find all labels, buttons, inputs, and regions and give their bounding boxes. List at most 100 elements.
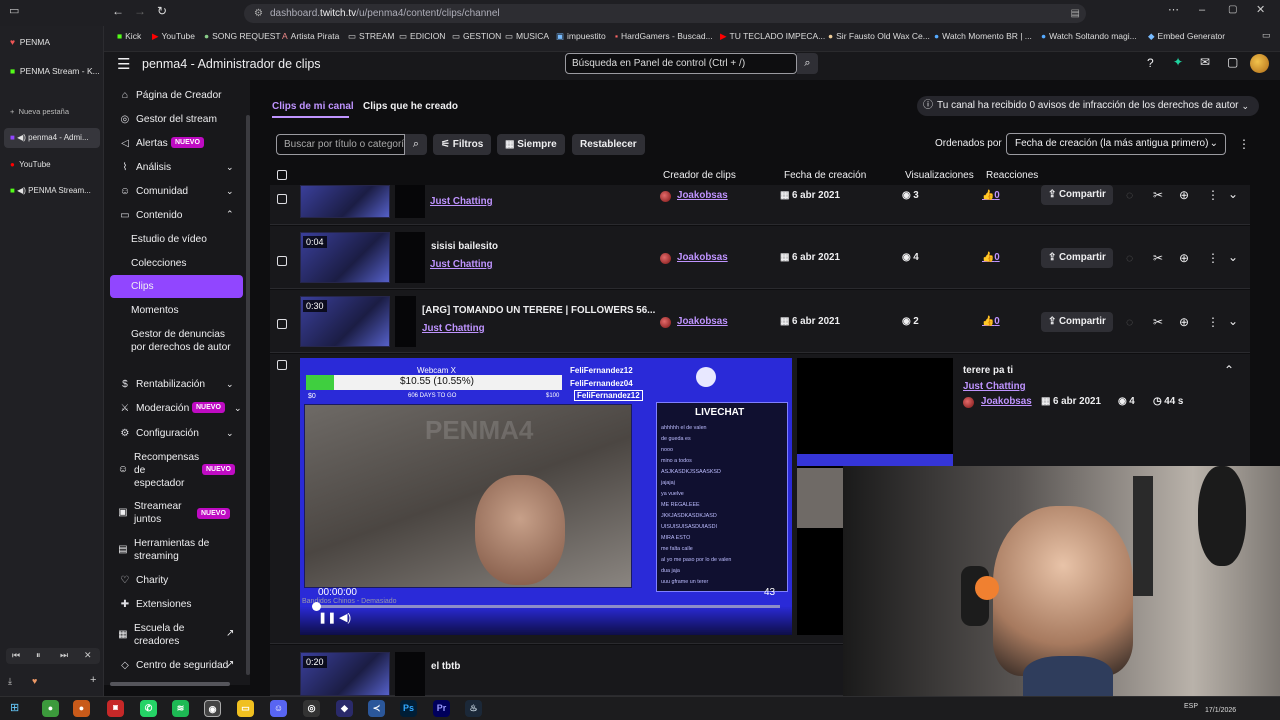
table-row[interactable]: 0:04 sisisi bailesito Just Chatting Joak…	[270, 226, 1250, 289]
filters-button[interactable]: ⚟ Filtros	[433, 134, 492, 155]
plus-icon[interactable]: +	[90, 674, 96, 686]
share-button[interactable]: ⇪ Compartir	[1041, 248, 1113, 268]
nav-stream-together[interactable]: ▣ Streamear juntos	[118, 500, 188, 526]
power-ups-icon[interactable]: ✦	[1173, 56, 1183, 68]
chevron-down-icon[interactable]: ⌄	[1228, 250, 1238, 264]
taskbar-app-icon[interactable]: ●	[73, 700, 90, 717]
download-icon[interactable]: ⊕	[1179, 315, 1189, 329]
chevron-down-icon[interactable]: ⌄	[226, 186, 234, 197]
nav-stream-manager[interactable]: ◎ Gestor del stream	[118, 113, 217, 126]
clip-creator[interactable]: Joakobsas	[677, 190, 728, 201]
clip-reactions[interactable]: 👍0	[982, 252, 1000, 263]
tab-channel-clips[interactable]: Clips de mi canal	[272, 101, 354, 112]
chevron-down-icon[interactable]: ⌄	[1228, 314, 1238, 328]
share-button[interactable]: ⇪ Compartir	[1041, 312, 1113, 332]
pause-icon[interactable]: ⏸	[36, 650, 41, 661]
bookmarks-folder-icon[interactable]: ▭	[1262, 31, 1271, 40]
nav-alerts[interactable]: ◁ Alertas	[118, 137, 168, 150]
clip-creator[interactable]: Joakobsas	[677, 316, 728, 327]
expanded-clip-title[interactable]: terere pa ti	[963, 365, 1013, 376]
tab-youtube[interactable]: ● YouTube	[10, 160, 51, 169]
heart-icon[interactable]: ♥	[32, 676, 37, 686]
chevron-up-icon[interactable]: ⌃	[1224, 363, 1234, 377]
chevron-down-icon[interactable]: ⌄	[234, 403, 242, 414]
column-creator[interactable]: Creador de clips	[663, 170, 736, 181]
search-button[interactable]: ⌕	[797, 53, 818, 74]
bookmark-momento[interactable]: ● Watch Momento BR | ...	[934, 31, 1032, 41]
bookmark-embed[interactable]: ◆ Embed Generator	[1148, 31, 1225, 42]
sidebar-toggle-icon[interactable]: ▭	[9, 6, 19, 17]
windows-start-icon[interactable]: ⊞	[10, 701, 19, 714]
reader-icon[interactable]: ▤	[1071, 4, 1080, 23]
profile-item[interactable]: ♥ PENMA	[10, 37, 50, 47]
column-reactions[interactable]: Reacciones	[986, 170, 1038, 181]
more-icon[interactable]: ⋯	[1168, 5, 1179, 16]
bookmark-edicion[interactable]: ▭ EDICION	[399, 31, 445, 42]
forward-icon[interactable]: →	[134, 5, 146, 17]
obs-icon[interactable]: ◉	[204, 700, 221, 717]
more-icon[interactable]: ⋮	[1207, 188, 1219, 202]
dashboard-search-input[interactable]: Búsqueda en Panel de control (Ctrl + /)	[565, 53, 797, 74]
copyright-notice[interactable]: ⓘ Tu canal ha recibido 0 avisos de infra…	[917, 96, 1259, 116]
taskbar-app-icon[interactable]: ▣	[107, 700, 124, 717]
chevron-down-icon[interactable]: ⌄	[226, 162, 234, 173]
column-date[interactable]: Fecha de creación	[784, 170, 866, 181]
more-options-icon[interactable]: ⋮	[1238, 137, 1250, 151]
nav-clips[interactable]: Clips	[131, 280, 154, 293]
avatar[interactable]	[1250, 54, 1269, 73]
clip-thumbnail[interactable]	[300, 185, 390, 218]
bookmark-hardgamers[interactable]: ▪ HardGamers - Buscad...	[615, 31, 713, 41]
discord-icon[interactable]: ☺	[270, 700, 287, 717]
back-icon[interactable]: ←	[112, 5, 124, 17]
nav-charity[interactable]: ♡ Charity	[118, 574, 168, 587]
download-icon[interactable]: ⊕	[1179, 251, 1189, 265]
clip-title[interactable]: sisisi bailesito	[431, 241, 498, 252]
taskbar-app-icon[interactable]: ◎	[303, 700, 320, 717]
clip-title[interactable]: el tbtb	[431, 661, 460, 672]
nav-creator-page[interactable]: ⌂ Página de Creador	[118, 89, 222, 102]
clip-video-player[interactable]: Webcam X $10.55 (10.55%) $0 606 DAYS TO …	[300, 358, 792, 635]
language-indicator[interactable]: ESP	[1184, 703, 1198, 710]
nav-collections[interactable]: Colecciones	[131, 257, 187, 270]
folder-icon[interactable]: ▭	[237, 700, 254, 717]
table-row[interactable]: 0:30 [ARG] TOMANDO UN TERERE | FOLLOWERS…	[270, 290, 1250, 353]
premiere-icon[interactable]: Pr	[433, 700, 450, 717]
bookmark-musica[interactable]: ▭ MUSICA	[505, 31, 549, 42]
sidebar-hscrollbar[interactable]	[110, 682, 230, 686]
share-button[interactable]: ⇪ Compartir	[1041, 185, 1113, 205]
prev-icon[interactable]: ⏮	[12, 650, 20, 661]
expanded-clip-creator[interactable]: Joakobsas	[981, 396, 1032, 407]
clip-title[interactable]: [ARG] TOMANDO UN TERERE | FOLLOWERS 56..…	[422, 305, 655, 316]
external-link-icon[interactable]: ↗	[226, 659, 234, 670]
chevron-down-icon[interactable]: ⌄	[226, 379, 234, 390]
close-icon[interactable]: ✕	[1256, 5, 1265, 16]
row-checkbox[interactable]	[277, 319, 287, 329]
nav-extensions[interactable]: ✚ Extensiones	[118, 598, 192, 611]
bookmark-gestion[interactable]: ▭ GESTION	[452, 31, 501, 42]
nav-creator-school[interactable]: ▦ Escuela de creadores	[118, 622, 198, 648]
clip-category[interactable]: Just Chatting	[430, 196, 493, 207]
nav-analysis[interactable]: ⌇ Análisis	[118, 161, 172, 174]
bookmark-stream[interactable]: ▭ STREAM	[348, 31, 394, 42]
bookmark-soltando[interactable]: ● Watch Soltando magi...	[1041, 31, 1137, 41]
bookmark-song-request[interactable]: ● SONG REQUEST	[204, 31, 281, 41]
download-icon[interactable]: ⊕	[1179, 188, 1189, 202]
nav-moderation[interactable]: ⚔ Moderación	[118, 402, 189, 415]
nav-monetization[interactable]: $ Rentabilización	[118, 378, 205, 391]
vscode-icon[interactable]: ≺	[368, 700, 385, 717]
external-link-icon[interactable]: ↗	[226, 628, 234, 639]
nav-settings[interactable]: ⚙ Configuración	[118, 427, 198, 440]
reset-button[interactable]: Restablecer	[572, 134, 645, 155]
steam-icon[interactable]: ♨	[465, 700, 482, 717]
chevron-down-icon[interactable]: ⌄	[226, 428, 234, 439]
bookmark-youtube[interactable]: ▶ YouTube	[152, 31, 195, 42]
taskbar-app-icon[interactable]: ◆	[336, 700, 353, 717]
row-checkbox[interactable]	[277, 360, 287, 370]
scissors-icon[interactable]: ✂	[1153, 315, 1163, 329]
row-checkbox[interactable]	[277, 194, 287, 204]
clip-reactions[interactable]: 👍0	[982, 190, 1000, 201]
whatsapp-icon[interactable]: ✆	[140, 700, 157, 717]
help-icon[interactable]: ?	[1147, 57, 1154, 69]
address-bar[interactable]: ⚙ dashboard.twitch.tv/u/penma4/content/c…	[244, 4, 1086, 23]
clip-search-button[interactable]: ⌕	[405, 134, 427, 155]
